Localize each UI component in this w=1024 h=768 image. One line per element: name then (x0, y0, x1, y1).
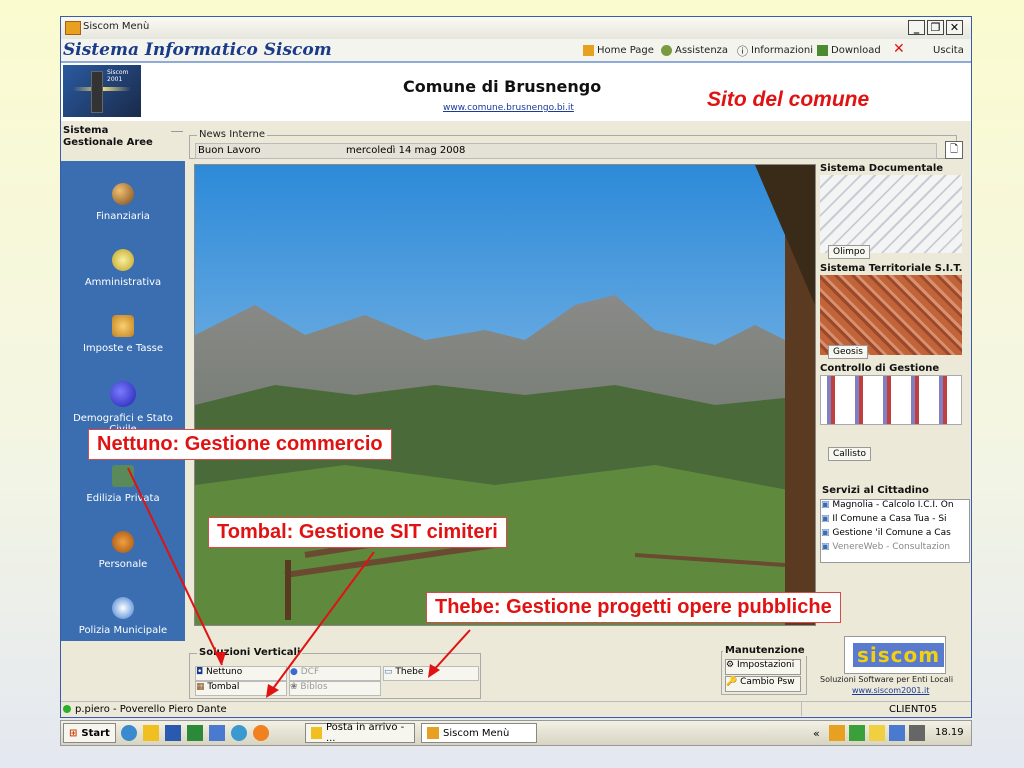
word-icon[interactable] (165, 725, 181, 741)
excel-icon[interactable] (187, 725, 203, 741)
mail-folder-icon (311, 727, 322, 739)
tray-chevron[interactable]: « (813, 727, 820, 740)
callout-thebe: Thebe: Gestione progetti opere pubbliche (426, 592, 841, 623)
task-posta-button[interactable]: Posta in arrivo - ... (305, 722, 415, 744)
siscom-app-icon (427, 727, 439, 739)
folder-icon[interactable] (143, 725, 159, 741)
windows-flag-icon: ⊞ (69, 727, 78, 739)
browser-icon[interactable] (121, 725, 137, 741)
tray-icon-2[interactable] (849, 725, 865, 741)
clock: 18.19 (935, 727, 964, 738)
tray-mail-icon[interactable] (869, 725, 885, 741)
callout-arrows (127, 467, 471, 698)
callout-tombal: Tombal: Gestione SIT cimiteri (208, 517, 507, 548)
taskbar: ⊞ Start Posta in arrivo - ... Siscom Men… (60, 720, 972, 746)
start-button[interactable]: ⊞ Start (63, 723, 116, 743)
tray-network-icon[interactable] (889, 725, 905, 741)
callout-nettuno: Nettuno: Gestione commercio (88, 429, 392, 460)
tray-icon-1[interactable] (829, 725, 845, 741)
media-icon[interactable] (253, 725, 269, 741)
settings-app-icon[interactable] (231, 725, 247, 741)
task-siscom-button[interactable]: Siscom Menù (421, 723, 537, 743)
tray-volume-icon[interactable] (909, 725, 925, 741)
app-icon-blue[interactable] (209, 725, 225, 741)
